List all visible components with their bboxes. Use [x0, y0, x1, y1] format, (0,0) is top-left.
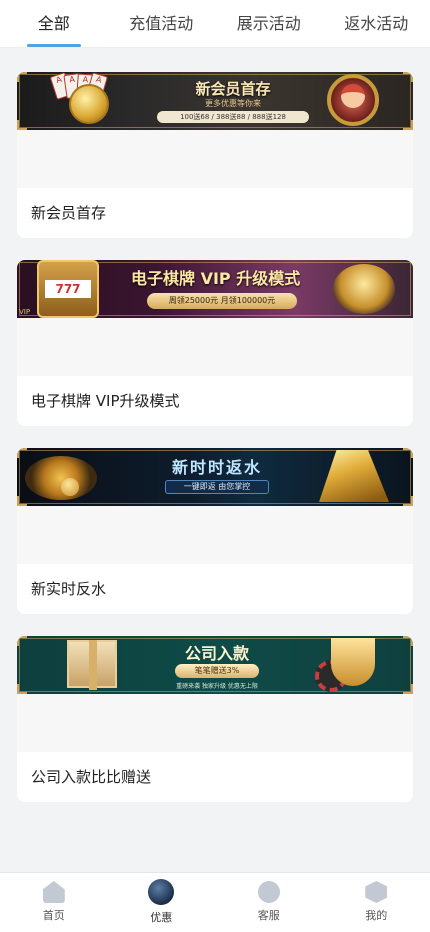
- promotion-list: A A A A 新会员首存 更多优惠等你来 100送68 / 388送88 / …: [17, 72, 413, 824]
- card-image-area: [17, 506, 413, 564]
- banner-corner: [403, 496, 413, 506]
- tab-display-promos[interactable]: 展示活动: [215, 0, 323, 47]
- banner-corner: [17, 72, 27, 82]
- home-icon: [42, 881, 65, 903]
- trophy-icon: [331, 638, 375, 686]
- banner-headline: 新时时返水: [171, 458, 262, 477]
- banner-corner: [17, 448, 27, 458]
- banner-corner: [17, 496, 27, 506]
- promotion-title: 公司入款比比赠送: [31, 768, 152, 786]
- banner-corner: [17, 684, 27, 694]
- mascot-icon: [341, 84, 365, 108]
- banner-corner: [403, 72, 413, 82]
- banner-corner: [403, 120, 413, 130]
- promo-icon: [148, 879, 175, 905]
- promotion-banner[interactable]: 777 VIP 电子棋牌 VIP 升级模式 周领25000元 月领100000元: [17, 260, 413, 318]
- promotion-card-vip-upgrade[interactable]: 777 VIP 电子棋牌 VIP 升级模式 周领25000元 月领100000元…: [17, 260, 413, 426]
- nav-label: 优惠: [150, 911, 173, 924]
- bottom-nav: 首页 优惠 客服 我的: [0, 872, 430, 932]
- banner-subline: 更多优惠等你来: [205, 99, 261, 108]
- banner-headline: 新会员首存: [195, 80, 271, 98]
- banner-subline: 重磅来袭 独家升级 优惠无上限: [176, 683, 258, 690]
- nav-home[interactable]: 首页: [0, 873, 108, 932]
- banner-headline: 公司入款: [184, 644, 249, 663]
- nav-promotions[interactable]: 优惠: [108, 873, 216, 932]
- profile-icon: [365, 881, 388, 903]
- card-image-area: [17, 130, 413, 188]
- promotion-banner[interactable]: 新时时返水 一键即返 由您掌控: [17, 448, 413, 506]
- tab-rebate-promos[interactable]: 返水活动: [323, 0, 430, 47]
- banner-headline: 电子棋牌 VIP 升级模式: [131, 269, 301, 288]
- nav-label: 首页: [42, 909, 65, 922]
- banner-corner: [403, 636, 413, 646]
- roulette-icon: [25, 456, 97, 500]
- banner-corner: [403, 448, 413, 458]
- nav-support[interactable]: 客服: [215, 873, 323, 932]
- slot-machine-icon: 777: [37, 260, 99, 318]
- gold-trophy-icon: [333, 264, 395, 314]
- banner-detail: 100送68 / 388送88 / 888送128: [157, 111, 309, 123]
- promotion-card-new-member[interactable]: A A A A 新会员首存 更多优惠等你来 100送68 / 388送88 / …: [17, 72, 413, 238]
- banner-corner: [17, 636, 27, 646]
- tab-all[interactable]: 全部: [0, 0, 108, 47]
- gold-coin-icon: [61, 478, 79, 496]
- tab-deposit-promos[interactable]: 充值活动: [108, 0, 216, 47]
- promotion-card-deposit-bonus[interactable]: 公司入款 笔笔赠送3% 重磅来袭 独家升级 优惠无上限 公司入款比比赠送: [17, 636, 413, 802]
- banner-detail: 周领25000元 月领100000元: [147, 293, 297, 309]
- nav-profile[interactable]: 我的: [323, 873, 430, 932]
- card-image-area: [17, 694, 413, 752]
- promotion-card-rebate[interactable]: 新时时返水 一键即返 由您掌控 新实时反水: [17, 448, 413, 614]
- gift-box-icon: [67, 640, 117, 690]
- banner-corner: [17, 120, 27, 130]
- slot-reels: 777: [45, 280, 91, 298]
- vip-badge: VIP: [19, 308, 31, 316]
- banner-detail: 笔笔赠送3%: [175, 664, 259, 678]
- promotion-title: 电子棋牌 VIP升级模式: [31, 392, 180, 410]
- banner-corner: [403, 684, 413, 694]
- banner-detail: 一键即返 由您掌控: [165, 480, 269, 494]
- chat-icon: [257, 881, 280, 903]
- promotion-banner[interactable]: 公司入款 笔笔赠送3% 重磅来袭 独家升级 优惠无上限: [17, 636, 413, 694]
- promotion-banner[interactable]: A A A A 新会员首存 更多优惠等你来 100送68 / 388送88 / …: [17, 72, 413, 130]
- nav-label: 我的: [365, 909, 388, 922]
- category-tabs: 全部 充值活动 展示活动 返水活动: [0, 0, 430, 48]
- gold-coin-icon: [69, 84, 109, 124]
- promotion-title: 新会员首存: [31, 204, 107, 222]
- promotion-title: 新实时反水: [31, 580, 107, 598]
- card-image-area: [17, 318, 413, 376]
- nav-label: 客服: [257, 909, 280, 922]
